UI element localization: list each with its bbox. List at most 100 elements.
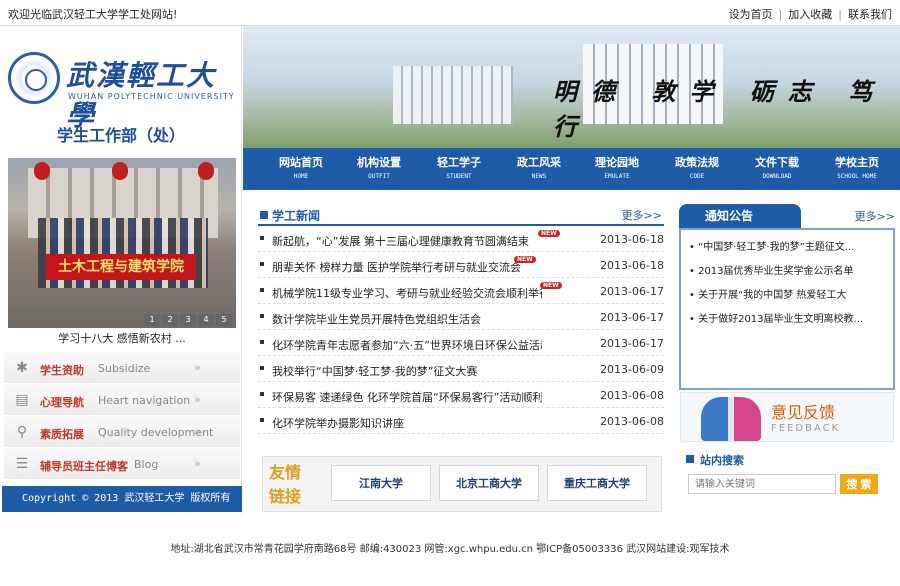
news-item-title[interactable]: 机械学院11级专业学习、考研与就业经验交流会顺利举行 [272, 285, 542, 301]
search-button[interactable]: 搜 索 [840, 474, 878, 494]
magnifier-icon: ⚲ [16, 424, 28, 440]
slideshow-caption[interactable]: 学习十八大 感悟新农村 ... [8, 330, 236, 348]
nav-outfit[interactable]: 机构设置 OUTFIT [339, 154, 419, 180]
add-favorite-link[interactable]: 加入收藏 [788, 8, 832, 21]
news-item-date: 2013-06-09 [600, 363, 664, 376]
news-item-date: 2013-06-18 [600, 233, 664, 246]
book-icon: ▤ [15, 392, 29, 408]
slide-page-button[interactable]: 3 [180, 314, 196, 326]
news-list: 新起航，“心”发展 第十三届心理健康教育节圆满结束 NEW 2013-06-18 朋辈… [258, 226, 664, 434]
contact-link[interactable]: 联系我们 [848, 8, 892, 21]
university-logo[interactable]: 武漢輕工大學 WUHAN POLYTECHNIC UNIVERSITY [6, 52, 236, 132]
slideshow-pager: 12345 [142, 307, 232, 326]
slide-page-button[interactable]: 4 [198, 314, 214, 326]
slide-page-button[interactable]: 1 [144, 314, 160, 326]
notice-more-link[interactable]: 更多>> [855, 208, 895, 224]
slide-page-button[interactable]: 5 [216, 314, 232, 326]
nav-school-home[interactable]: 学校主页 SCHOOL HOME [817, 154, 897, 180]
bullet-icon [260, 288, 264, 292]
news-title: 学工新闻 [272, 209, 321, 223]
copyright-bar: Copyright © 2013 武汉轻工大学 版权所有 [2, 486, 242, 512]
news-item[interactable]: 朋辈关怀 榜样力量 医护学院举行考研与就业交流会 NEW 2013-06-18 [258, 252, 664, 278]
bullet-icon [260, 392, 264, 396]
nav-emulate[interactable]: 理论园地 EMULATE [577, 154, 657, 180]
new-badge: NEW [538, 230, 560, 237]
nav-news[interactable]: 政工风采 NEWS [499, 154, 579, 180]
people-illustration-icon [701, 397, 761, 441]
quick-link-quality-development[interactable]: ⚲ 素质拓展 Quality development » [4, 416, 240, 448]
news-item-title[interactable]: 化环学院举办摄影知识讲座 [272, 415, 404, 431]
double-chevron-icon: » [194, 393, 201, 406]
news-item-title[interactable]: 环保易客 速递绿色 化环学院首届“环保易客行”活动顺利... [272, 389, 542, 405]
search-title: 站内搜索 [686, 452, 896, 468]
site-search: 站内搜索 搜 索 [686, 452, 896, 494]
notice-item[interactable]: • 2013届优秀毕业生奖学金公示名单 [681, 260, 893, 284]
footer-address: 地址:湖北省武汉市常青花园学府南路68号 邮编:430023 网管:xgc.wh… [170, 544, 730, 555]
news-item[interactable]: 我校举行“中国梦·轻工梦·我的梦”征文大赛 2013-06-09 [258, 356, 664, 382]
news-section: 学工新闻 更多>> 新起航，“心”发展 第十三届心理健康教育节圆满结束 NEW 20… [258, 204, 664, 434]
news-item-date: 2013-06-17 [600, 337, 664, 350]
quick-link-subsidize[interactable]: ✱ 学生资助 Subsidize » [4, 352, 240, 384]
nav-download[interactable]: 文件下载 DOWNLOAD [737, 154, 817, 180]
notice-item[interactable]: • 关于开展“我的中国梦 热爱轻工大 [681, 284, 893, 308]
notice-section: 通知公告 更多>> • “中国梦·轻工梦·我的梦”主题征文... • 2013届… [679, 204, 895, 390]
news-item-date: 2013-06-08 [600, 389, 664, 402]
bullet-icon [260, 262, 264, 266]
university-name-en: WUHAN POLYTECHNIC UNIVERSITY [68, 92, 235, 101]
top-links: 设为首页 | 加入收藏 | 联系我们 [728, 8, 892, 21]
notice-item[interactable]: • 关于做好2013届毕业生文明离校教... [681, 308, 893, 332]
star-icon: ✱ [16, 360, 28, 376]
bullet-icon [260, 314, 264, 318]
quick-link-blog[interactable]: ☰ 辅导员班主任博客 Blog » [4, 448, 240, 480]
welcome-text: 欢迎光临武汉轻工大学学工处网站! [8, 8, 178, 21]
nav-code[interactable]: 政策法规 CODE [657, 154, 737, 180]
friend-link-btbu[interactable]: 北京工商大学 [439, 465, 539, 501]
bullet-icon [260, 340, 264, 344]
news-item-title[interactable]: 化环学院青年志愿者参加“六·五”世界环境日环保公益活动 [272, 337, 542, 353]
news-item[interactable]: 数计学院毕业生党员开展特色党组织生活会 2013-06-17 [258, 304, 664, 330]
double-chevron-icon: » [194, 361, 201, 374]
friend-link-jiangnan[interactable]: 江南大学 [331, 465, 431, 501]
news-item[interactable]: 机械学院11级专业学习、考研与就业经验交流会顺利举行 NEW 2013-06-17 [258, 278, 664, 304]
notice-title: 通知公告 [679, 204, 801, 228]
news-item[interactable]: 化环学院举办摄影知识讲座 2013-06-08 [258, 408, 664, 434]
news-item-title[interactable]: 我校举行“中国梦·轻工梦·我的梦”征文大赛 [272, 363, 477, 379]
nav-student[interactable]: 轻工学子 STUDENT [419, 154, 499, 180]
feedback-title: 意见反馈 [771, 403, 836, 422]
friend-link-ctbu[interactable]: 重庆工商大学 [547, 465, 647, 501]
feedback-banner[interactable]: 意见反馈 FEEDBACK [680, 392, 894, 442]
top-bar: 欢迎光临武汉轻工大学学工处网站! 设为首页 | 加入收藏 | 联系我们 [0, 0, 900, 26]
slideshow-photo[interactable]: 土木工程与建筑学院 12345 [8, 158, 236, 328]
quick-links: ✱ 学生资助 Subsidize » ▤ 心理导航 Heart navigati… [4, 352, 240, 480]
news-more-link[interactable]: 更多>> [622, 207, 662, 223]
slideshow-banner-text: 土木工程与建筑学院 [46, 254, 196, 280]
new-badge: NEW [514, 256, 536, 263]
nav-home[interactable]: 网站首页 HOME [261, 154, 341, 180]
header-banner: 明德 敦学 砺志 笃行 [243, 26, 900, 148]
news-item-date: 2013-06-08 [600, 415, 664, 428]
news-item[interactable]: 新起航，“心”发展 第十三届心理健康教育节圆满结束 NEW 2013-06-18 [258, 226, 664, 252]
bullet-icon [260, 366, 264, 370]
section-marker-icon [260, 211, 268, 219]
news-item-date: 2013-06-17 [600, 285, 664, 298]
university-motto: 明德 敦学 砺志 笃行 [553, 77, 887, 141]
news-item-date: 2013-06-18 [600, 259, 664, 272]
news-item[interactable]: 化环学院青年志愿者参加“六·五”世界环境日环保公益活动 2013-06-17 [258, 330, 664, 356]
slide-page-button[interactable]: 2 [162, 314, 178, 326]
news-item-title[interactable]: 新起航，“心”发展 第十三届心理健康教育节圆满结束 [272, 233, 529, 249]
bullet-icon [260, 236, 264, 240]
notice-item[interactable]: • “中国梦·轻工梦·我的梦”主题征文... [681, 236, 893, 260]
search-input[interactable] [688, 474, 836, 494]
quick-link-heart-navigation[interactable]: ▤ 心理导航 Heart navigation » [4, 384, 240, 416]
bullet-icon [260, 418, 264, 422]
signal-icon: ☰ [15, 456, 29, 472]
news-item[interactable]: 环保易客 速递绿色 化环学院首届“环保易客行”活动顺利... 2013-06-08 [258, 382, 664, 408]
news-item-title[interactable]: 数计学院毕业生党员开展特色党组织生活会 [272, 311, 481, 327]
department-title: 学生工作部（处） [56, 126, 185, 145]
news-item-title[interactable]: 朋辈关怀 榜样力量 医护学院举行考研与就业交流会 [272, 259, 521, 275]
set-homepage-link[interactable]: 设为首页 [729, 8, 773, 21]
friend-links-label: 友情链接 [269, 463, 302, 506]
double-chevron-icon: » [194, 425, 201, 438]
friend-links: 友情链接 江南大学 北京工商大学 重庆工商大学 [262, 456, 662, 512]
news-header: 学工新闻 更多>> [258, 204, 664, 226]
